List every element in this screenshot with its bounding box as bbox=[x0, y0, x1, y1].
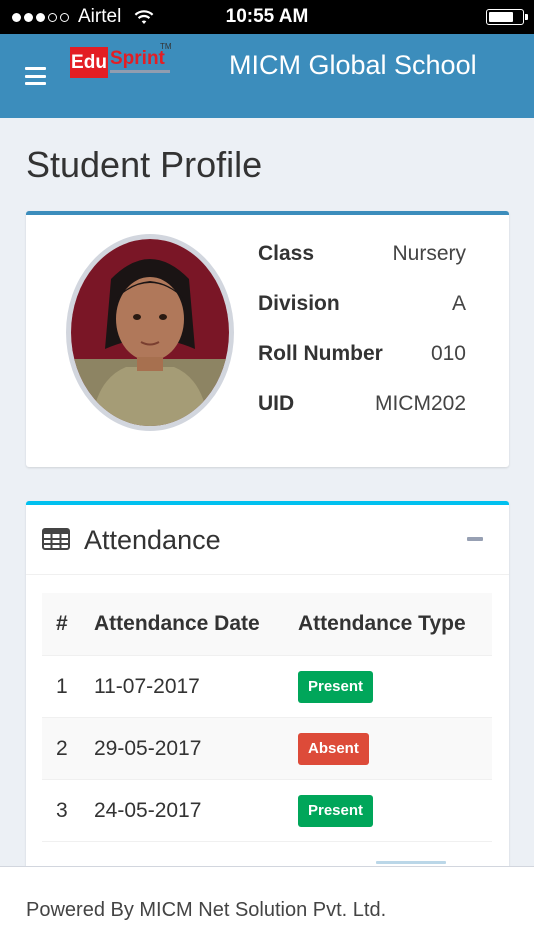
student-photo bbox=[66, 234, 234, 431]
attendance-title: Attendance bbox=[84, 525, 221, 555]
row-date: 29-05-2017 bbox=[94, 737, 202, 760]
profile-value: MICM202 bbox=[374, 392, 466, 415]
profile-value: A bbox=[451, 292, 466, 315]
row-type: Present bbox=[298, 780, 374, 842]
profile-card: Class Nursery Division A Roll Number 010… bbox=[26, 211, 509, 467]
collapse-minus-icon[interactable] bbox=[467, 537, 483, 541]
row-number: 3 bbox=[56, 799, 68, 822]
column-header-type: Attendance Type bbox=[298, 612, 466, 635]
column-header-date: Attendance Date bbox=[94, 612, 260, 635]
attendance-header: Attendance bbox=[26, 505, 509, 575]
logo-edu-text: Edu bbox=[70, 47, 108, 78]
column-header-number: # bbox=[56, 612, 68, 635]
table-row: 3 24-05-2017 Present bbox=[42, 779, 492, 841]
footer: Powered By MICM Net Solution Pvt. Ltd. bbox=[0, 866, 534, 950]
status-badge: Present bbox=[298, 795, 374, 827]
status-badge: Absent bbox=[298, 733, 369, 765]
app-header: Edu Sprint TM MICM Global School bbox=[0, 34, 534, 118]
table-bottom-border bbox=[42, 841, 492, 842]
row-type: Absent bbox=[298, 718, 369, 780]
menu-icon[interactable] bbox=[25, 67, 46, 85]
profile-value: Nursery bbox=[392, 242, 466, 265]
profile-row-class: Class Nursery bbox=[258, 242, 466, 266]
profile-row-division: Division A bbox=[258, 292, 466, 316]
profile-label: Division bbox=[258, 292, 340, 315]
table-icon bbox=[42, 528, 70, 550]
logo-tm-mark: TM bbox=[160, 42, 172, 51]
clock: 10:55 AM bbox=[225, 6, 309, 27]
page-title: Student Profile bbox=[26, 144, 263, 185]
profile-row-uid: UID MICM202 bbox=[258, 392, 466, 416]
edusprint-logo[interactable]: Edu Sprint TM bbox=[70, 42, 174, 80]
row-date: 24-05-2017 bbox=[94, 799, 202, 822]
table-row: 2 29-05-2017 Absent bbox=[42, 717, 492, 779]
table-row: 1 11-07-2017 Present bbox=[42, 655, 492, 717]
attendance-card: Attendance # Attendance Date Attendance … bbox=[26, 501, 509, 881]
profile-value: 010 bbox=[430, 342, 466, 365]
logo-sprint-text: Sprint bbox=[110, 48, 165, 69]
row-number: 1 bbox=[56, 675, 68, 698]
battery-icon bbox=[486, 9, 528, 25]
status-bar: Airtel 10:55 AM bbox=[0, 0, 534, 34]
profile-row-roll-number: Roll Number 010 bbox=[258, 342, 466, 366]
school-name: MICM Global School bbox=[229, 50, 477, 80]
row-type: Present bbox=[298, 656, 374, 718]
profile-label: UID bbox=[258, 392, 295, 415]
table-header-row: # Attendance Date Attendance Type bbox=[42, 593, 492, 655]
row-number: 2 bbox=[56, 737, 68, 760]
status-badge: Present bbox=[298, 671, 374, 703]
profile-label: Roll Number bbox=[258, 342, 383, 365]
footer-text: Powered By MICM Net Solution Pvt. Ltd. bbox=[26, 899, 387, 921]
profile-label: Class bbox=[258, 242, 315, 265]
logo-tagline bbox=[110, 70, 170, 73]
row-date: 11-07-2017 bbox=[94, 675, 200, 698]
